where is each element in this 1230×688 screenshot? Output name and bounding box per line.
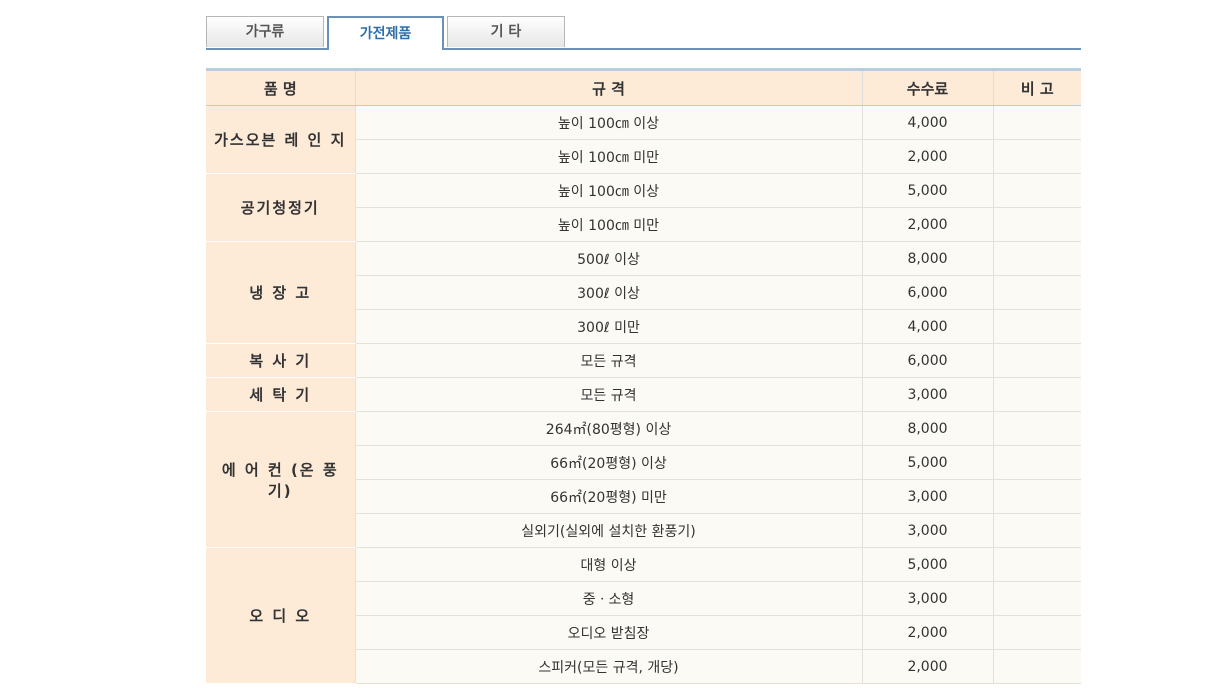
table-row: 세 탁 기 모든 규격 3,000 [206,377,1081,412]
fee-cell: 6,000 [862,275,994,310]
fee-cell: 5,000 [862,547,994,582]
fee-cell: 8,000 [862,241,994,276]
category-tabs: 가구류 가전제품 기 타 [206,16,1081,50]
note-cell [993,343,1081,378]
note-cell [993,411,1081,446]
fee-cell: 3,000 [862,377,994,412]
spec-cell: 높이 100㎝ 이상 [355,173,863,208]
item-name-cell: 냉 장 고 [206,241,356,344]
item-name-cell: 세 탁 기 [206,377,356,412]
table-header-row: 품 명 규 격 수수료 비 고 [206,71,1081,106]
note-cell [993,479,1081,514]
note-cell [993,445,1081,480]
item-name-cell: 복 사 기 [206,343,356,378]
note-cell [993,581,1081,616]
tab-furniture[interactable]: 가구류 [206,16,324,47]
table-row: 에 어 컨 (온 풍 기) 264㎡(80평형) 이상 8,000 [206,411,1081,548]
table-row: 공기청정기 높이 100㎝ 이상 5,000 [206,173,1081,242]
spec-cell: 모든 규격 [355,377,863,412]
table-row: 가스오븐 레 인 지 높이 100㎝ 이상 4,000 [206,105,1081,174]
fee-cell: 3,000 [862,513,994,548]
spec-cell: 실외기(실외에 설치한 환풍기) [355,513,863,548]
spec-cell: 300ℓ 미만 [355,309,863,344]
tab-others[interactable]: 기 타 [447,16,565,47]
spec-cell: 대형 이상 [355,547,863,582]
fee-cell: 6,000 [862,343,994,378]
spec-cell: 스피커(모든 규격, 개당) [355,649,863,684]
note-cell [993,309,1081,344]
note-cell [993,615,1081,650]
note-cell [993,105,1081,140]
note-cell [993,377,1081,412]
header-name: 품 명 [206,71,356,106]
fee-cell: 3,000 [862,479,994,514]
table-row: 오 디 오 대형 이상 5,000 [206,547,1081,684]
note-cell [993,649,1081,684]
spec-cell: 높이 100㎝ 미만 [355,139,863,174]
table-body: 가스오븐 레 인 지 높이 100㎝ 이상 4,000 높이 100㎝ 미만 2,000… [206,105,1081,684]
fee-cell: 5,000 [862,445,994,480]
spec-cell: 중ㆍ소형 [355,581,863,616]
item-name-cell: 공기청정기 [206,173,356,242]
note-cell [993,275,1081,310]
header-spec: 규 격 [355,71,863,106]
header-fee: 수수료 [862,71,994,106]
note-cell [993,547,1081,582]
spec-cell: 264㎡(80평형) 이상 [355,411,863,446]
note-cell [993,513,1081,548]
spec-cell: 오디오 받침장 [355,615,863,650]
spec-cell: 300ℓ 이상 [355,275,863,310]
spec-cell: 66㎡(20평형) 미만 [355,479,863,514]
note-cell [993,139,1081,174]
tab-appliances[interactable]: 가전제품 [327,16,444,50]
fee-cell: 8,000 [862,411,994,446]
item-name-cell: 오 디 오 [206,547,356,684]
note-cell [993,173,1081,208]
note-cell [993,207,1081,242]
fee-cell: 4,000 [862,309,994,344]
fee-cell: 2,000 [862,615,994,650]
spec-cell: 66㎡(20평형) 이상 [355,445,863,480]
table-row: 복 사 기 모든 규격 6,000 [206,343,1081,378]
spec-cell: 높이 100㎝ 미만 [355,207,863,242]
fee-table: 품 명 규 격 수수료 비 고 가스오븐 레 인 지 높이 100㎝ 이상 4,00… [206,71,1081,684]
note-cell [993,241,1081,276]
fee-table-container: 품 명 규 격 수수료 비 고 가스오븐 레 인 지 높이 100㎝ 이상 4,00… [206,68,1081,688]
fee-cell: 2,000 [862,139,994,174]
spec-cell: 500ℓ 이상 [355,241,863,276]
item-name-cell: 가스오븐 레 인 지 [206,105,356,174]
fee-cell: 4,000 [862,105,994,140]
spec-cell: 모든 규격 [355,343,863,378]
spec-cell: 높이 100㎝ 이상 [355,105,863,140]
fee-cell: 5,000 [862,173,994,208]
fee-cell: 2,000 [862,649,994,684]
item-name-cell: 에 어 컨 (온 풍 기) [206,411,356,548]
fee-cell: 2,000 [862,207,994,242]
table-row: 냉 장 고 500ℓ 이상 8,000 [206,241,1081,344]
fee-cell: 3,000 [862,581,994,616]
header-note: 비 고 [993,71,1081,106]
